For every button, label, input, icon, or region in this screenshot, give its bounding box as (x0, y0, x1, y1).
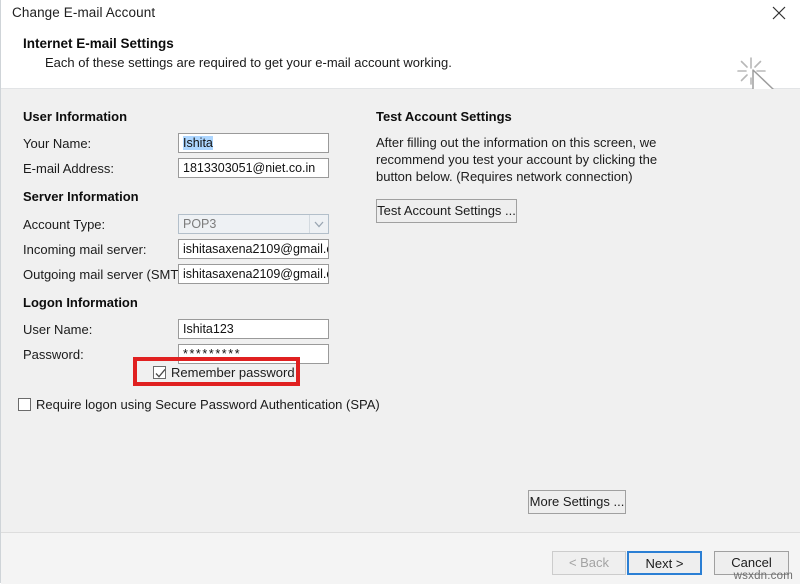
next-button[interactable]: Next > (627, 551, 702, 575)
group-logon-information: Logon Information (23, 295, 138, 310)
remember-password-checkbox-row[interactable]: Remember password (153, 365, 295, 380)
remember-password-checkbox[interactable] (153, 366, 166, 379)
more-settings-button[interactable]: More Settings ... (528, 490, 626, 514)
test-account-settings-button[interactable]: Test Account Settings ... (376, 199, 517, 223)
label-account-type: Account Type: (23, 217, 105, 232)
checkmark-icon (155, 368, 166, 379)
change-email-account-dialog: Change E-mail Account Internet E-mail Se… (0, 0, 800, 583)
test-account-description: After filling out the information on thi… (376, 134, 666, 185)
watermark: wsxdn.com (734, 570, 793, 582)
remember-password-label: Remember password (171, 365, 295, 380)
group-user-information: User Information (23, 109, 127, 124)
back-button[interactable]: < Back (552, 551, 626, 575)
incoming-mail-server-value: ishitasaxena2109@gmail.com (183, 242, 329, 256)
group-test-account-settings: Test Account Settings (376, 109, 512, 124)
title-bar: Change E-mail Account (1, 0, 800, 27)
close-button[interactable] (757, 0, 800, 27)
label-incoming-mail-server: Incoming mail server: (23, 242, 147, 257)
dialog-body: User Information Your Name: Ishita E-mai… (1, 89, 800, 532)
label-email-address: E-mail Address: (23, 161, 114, 176)
outgoing-mail-server-input[interactable]: ishitasaxena2109@gmail.com (178, 264, 329, 284)
incoming-mail-server-input[interactable]: ishitasaxena2109@gmail.com (178, 239, 329, 259)
window-title: Change E-mail Account (12, 5, 155, 20)
user-name-input[interactable]: Ishita123 (178, 319, 329, 339)
chevron-down-icon (309, 215, 328, 233)
require-spa-label: Require logon using Secure Password Auth… (36, 397, 380, 412)
dialog-footer: < Back Next > Cancel wsxdn.com (1, 532, 800, 584)
page-title: Internet E-mail Settings (23, 36, 174, 51)
account-type-select[interactable]: POP3 (178, 214, 329, 234)
account-type-value: POP3 (183, 217, 216, 231)
password-input[interactable]: ********* (178, 344, 329, 364)
label-outgoing-mail-server: Outgoing mail server (SMTP): (23, 267, 195, 282)
outgoing-mail-server-value: ishitasaxena2109@gmail.com (183, 267, 329, 281)
label-password: Password: (23, 347, 84, 362)
user-name-value: Ishita123 (183, 322, 234, 336)
your-name-input[interactable]: Ishita (178, 133, 329, 153)
email-address-value: 1813303051@niet.co.in (183, 161, 315, 175)
require-spa-checkbox[interactable] (18, 398, 31, 411)
label-user-name: User Name: (23, 322, 92, 337)
password-value: ********* (183, 347, 241, 361)
group-server-information: Server Information (23, 189, 139, 204)
label-your-name: Your Name: (23, 136, 91, 151)
email-address-input[interactable]: 1813303051@niet.co.in (178, 158, 329, 178)
page-subtitle: Each of these settings are required to g… (45, 55, 452, 70)
header-band: Internet E-mail Settings Each of these s… (1, 27, 800, 89)
require-spa-checkbox-row[interactable]: Require logon using Secure Password Auth… (18, 397, 380, 412)
your-name-value: Ishita (183, 136, 213, 150)
